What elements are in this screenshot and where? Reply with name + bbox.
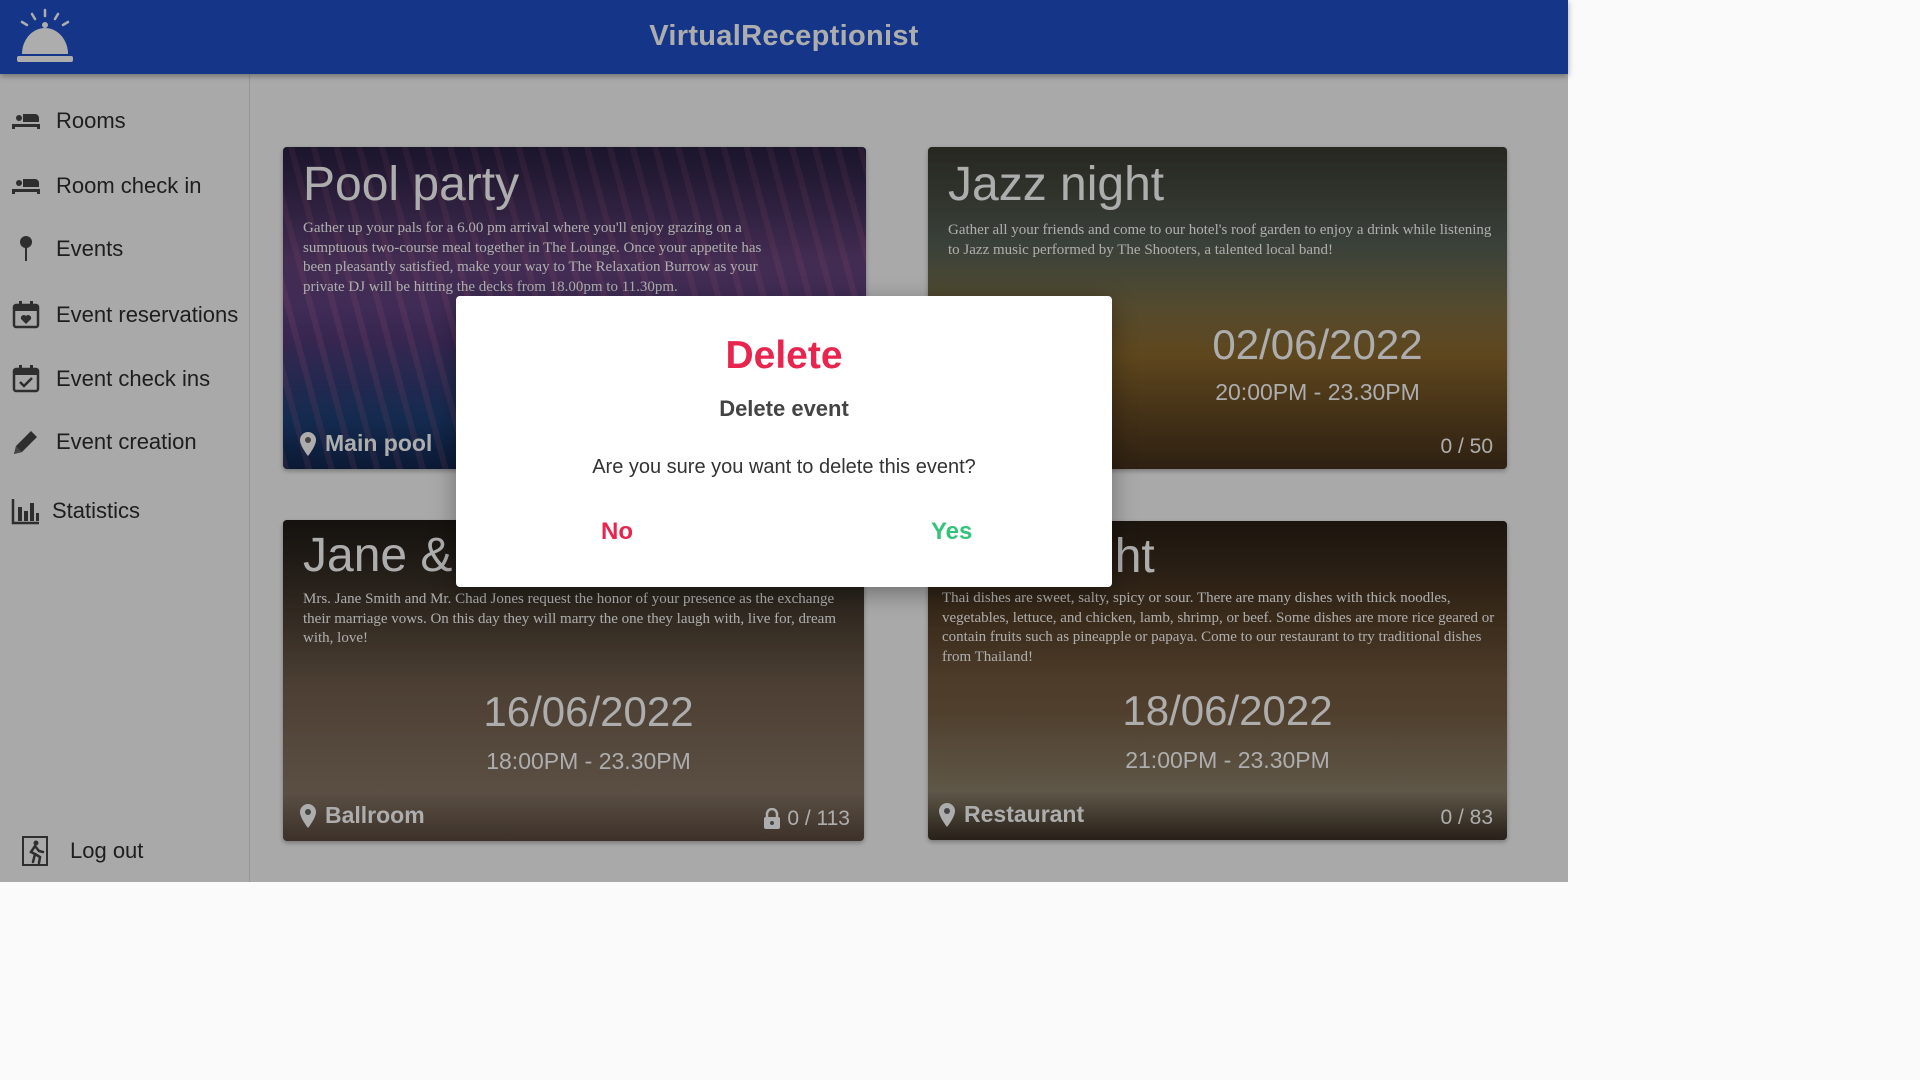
no-button[interactable]: No xyxy=(593,516,641,548)
delete-dialog: Delete Delete event Are you sure you wan… xyxy=(456,296,1112,587)
dialog-title: Delete xyxy=(725,334,843,377)
dialog-message: Are you sure you want to delete this eve… xyxy=(592,456,976,478)
yes-button[interactable]: Yes xyxy=(923,516,980,548)
dialog-subtitle: Delete event xyxy=(719,396,849,421)
